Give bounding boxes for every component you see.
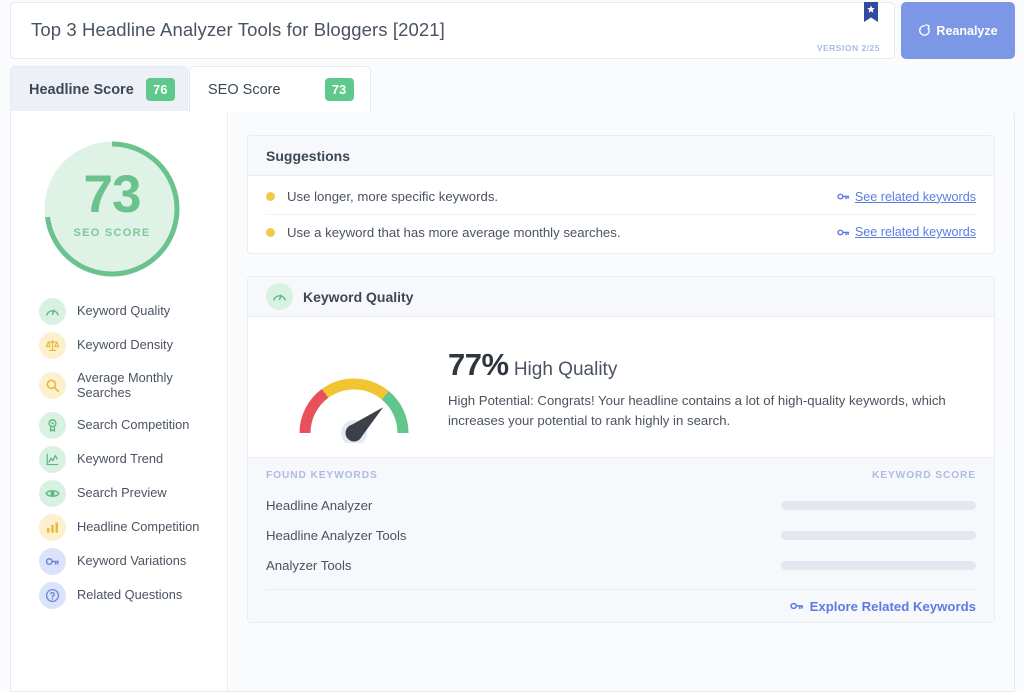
award-ribbon-icon — [39, 412, 66, 439]
sidebar-item-search-competition[interactable]: Search Competition — [11, 408, 228, 442]
see-related-keywords-label: See related keywords — [855, 225, 976, 239]
gauge-icon — [266, 283, 293, 310]
reanalyze-button[interactable]: Reanalyze — [901, 2, 1015, 59]
suggestions-card: Suggestions Use longer, more specific ke… — [247, 135, 995, 254]
seo-score-value: 73 — [39, 168, 185, 221]
sidebar-item-keyword-quality[interactable]: Keyword Quality — [11, 294, 228, 328]
keyword-quality-title: Keyword Quality — [303, 289, 413, 305]
see-related-keywords-link[interactable]: See related keywords — [837, 190, 976, 204]
found-keywords-col-left: FOUND KEYWORDS — [266, 470, 378, 481]
sidebar-item-headline-competition[interactable]: Headline Competition — [11, 510, 228, 544]
sidebar-item-average-monthly-searches[interactable]: Average Monthly Searches — [11, 362, 228, 408]
tab-seo-score-badge: 73 — [325, 78, 354, 101]
sidebar-item-related-questions-label: Related Questions — [77, 587, 182, 602]
main-content: Suggestions Use longer, more specific ke… — [229, 111, 1015, 692]
sidebar-item-keyword-trend[interactable]: Keyword Trend — [11, 442, 228, 476]
sidebar: 73 SEO SCORE Keyword Quality — [11, 111, 228, 692]
sidebar-item-keyword-trend-label: Keyword Trend — [77, 451, 163, 466]
keyword-quality-header: Keyword Quality — [248, 277, 994, 317]
reanalyze-label: Reanalyze — [936, 24, 997, 38]
version-label: VERSION 2/25 — [817, 43, 880, 53]
keyword-name: Headline Analyzer — [266, 498, 781, 513]
suggestions-title: Suggestions — [266, 148, 350, 164]
sidebar-item-related-questions[interactable]: Related Questions — [11, 578, 228, 612]
keyword-quality-gauge — [248, 335, 448, 443]
keyword-quality-text: 77% High Quality High Potential: Congrat… — [448, 335, 994, 443]
keyword-quality-card: Keyword Quality — [247, 276, 995, 623]
sidebar-item-headline-competition-label: Headline Competition — [77, 519, 199, 534]
keyword-score-bar — [781, 501, 976, 510]
tab-headline-score-label: Headline Score — [29, 82, 134, 98]
key-icon — [39, 548, 66, 575]
sidebar-item-search-competition-label: Search Competition — [77, 417, 189, 432]
suggestions-body: Use longer, more specific keywords. See … — [248, 176, 994, 253]
suggestion-row: Use longer, more specific keywords. See … — [266, 179, 976, 214]
keyword-name: Headline Analyzer Tools — [266, 528, 781, 543]
found-keywords-section: FOUND KEYWORDS KEYWORD SCORE Headline An… — [248, 457, 994, 622]
sidebar-item-average-monthly-searches-label: Average Monthly Searches — [77, 370, 228, 400]
see-related-keywords-link[interactable]: See related keywords — [837, 225, 976, 239]
tab-bar: Headline Score 76 SEO Score 73 — [0, 66, 1024, 112]
metric-list: Keyword Quality Keyword Density — [11, 294, 228, 612]
key-icon — [837, 190, 850, 203]
found-keywords-columns: FOUND KEYWORDS KEYWORD SCORE — [266, 470, 976, 481]
keyword-quality-body: 77% High Quality High Potential: Congrat… — [248, 317, 994, 457]
sidebar-item-keyword-variations[interactable]: Keyword Variations — [11, 544, 228, 578]
sidebar-item-search-preview-label: Search Preview — [77, 485, 167, 500]
seo-analyzer-app: Top 3 Headline Analyzer Tools for Blogge… — [0, 0, 1024, 692]
bookmark-star-icon[interactable] — [864, 2, 878, 24]
page-title: Top 3 Headline Analyzer Tools for Blogge… — [31, 19, 445, 41]
keyword-quality-percent: 77% — [448, 347, 509, 382]
suggestion-text: Use a keyword that has more average mont… — [287, 225, 621, 240]
explore-related-keywords-link[interactable]: Explore Related Keywords — [266, 590, 976, 622]
tab-headline-score[interactable]: Headline Score 76 — [10, 66, 188, 112]
keyword-quality-description: High Potential: Congrats! Your headline … — [448, 391, 966, 432]
gauge-icon — [39, 298, 66, 325]
keyword-name: Analyzer Tools — [266, 558, 781, 573]
bullet-dot-icon — [266, 192, 275, 201]
bullet-dot-icon — [266, 228, 275, 237]
keyword-score-bar — [781, 531, 976, 540]
tab-seo-score-label: SEO Score — [208, 82, 281, 98]
question-circle-icon — [39, 582, 66, 609]
seo-score-ring: 73 SEO SCORE — [39, 136, 185, 282]
tab-seo-score[interactable]: SEO Score 73 — [189, 66, 371, 112]
magnifier-icon — [39, 372, 66, 399]
refresh-icon — [918, 24, 931, 37]
line-chart-icon — [39, 446, 66, 473]
sidebar-item-keyword-quality-label: Keyword Quality — [77, 303, 170, 318]
table-row: Headline Analyzer Tools — [266, 520, 976, 550]
key-icon — [837, 226, 850, 239]
table-row: Analyzer Tools — [266, 550, 976, 580]
sidebar-item-keyword-density[interactable]: Keyword Density — [11, 328, 228, 362]
keyword-score-bar — [781, 561, 976, 570]
sidebar-item-search-preview[interactable]: Search Preview — [11, 476, 228, 510]
tab-headline-score-badge: 76 — [146, 78, 175, 101]
keyword-quality-rating-label: High Quality — [514, 359, 618, 380]
headline-input-box[interactable]: Top 3 Headline Analyzer Tools for Blogge… — [10, 2, 895, 59]
see-related-keywords-label: See related keywords — [855, 190, 976, 204]
sidebar-item-keyword-variations-label: Keyword Variations — [77, 553, 186, 568]
suggestion-row: Use a keyword that has more average mont… — [266, 214, 976, 249]
found-keywords-col-right: KEYWORD SCORE — [872, 470, 976, 481]
seo-score-caption: SEO SCORE — [39, 227, 185, 239]
explore-related-keywords-label: Explore Related Keywords — [810, 599, 976, 614]
suggestions-header: Suggestions — [248, 136, 994, 176]
table-row: Headline Analyzer — [266, 490, 976, 520]
top-bar: Top 3 Headline Analyzer Tools for Blogge… — [0, 0, 1024, 61]
bar-chart-icon — [39, 514, 66, 541]
sidebar-item-keyword-density-label: Keyword Density — [77, 337, 173, 352]
key-icon — [790, 599, 804, 613]
keyword-quality-rating: 77% High Quality — [448, 335, 966, 380]
seo-score-panel: 73 SEO SCORE Keyword Quality — [10, 111, 1015, 692]
eye-icon — [39, 480, 66, 507]
scales-icon — [39, 332, 66, 359]
suggestion-text: Use longer, more specific keywords. — [287, 189, 498, 204]
